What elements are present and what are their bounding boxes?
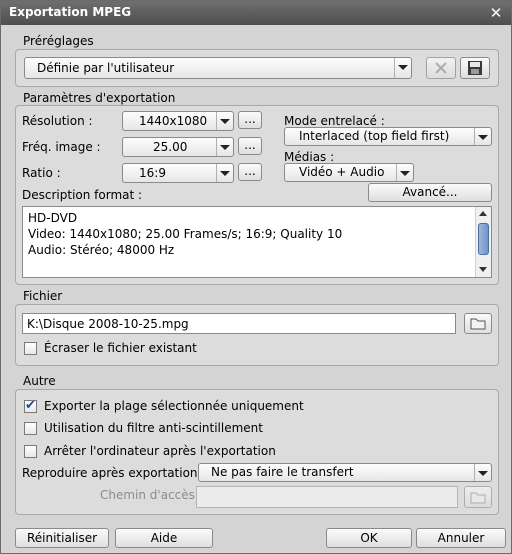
- preset-select-value: Définie par l'utilisateur: [37, 61, 175, 75]
- flicker-filter-checkbox[interactable]: [24, 422, 37, 435]
- file-section-title: Fichier: [23, 289, 63, 303]
- shutdown-checkbox[interactable]: [24, 445, 37, 458]
- export-params-section-title: Paramètres d'exportation: [23, 91, 176, 105]
- resolution-label: Résolution :: [22, 114, 93, 128]
- resolution-select[interactable]: 1440x1080: [122, 111, 234, 131]
- delete-preset-button[interactable]: [426, 57, 456, 79]
- interlace-value: Interlaced (top field first): [299, 129, 450, 143]
- window-title: Exportation MPEG: [9, 5, 132, 19]
- media-value: Vidéo + Audio: [299, 165, 385, 179]
- shutdown-label: Arrêter l'ordinateur après l'exportation: [44, 444, 276, 458]
- interlace-label: Mode entrelacé :: [284, 114, 385, 128]
- chevron-down-icon: [396, 164, 413, 181]
- file-path-input[interactable]: K:\Disque 2008-10-25.mpg: [22, 313, 456, 334]
- presets-section-title: Préréglages: [23, 34, 94, 48]
- chevron-down-icon: [474, 128, 491, 145]
- framerate-more-button[interactable]: ...: [238, 137, 262, 155]
- file-path-value: K:\Disque 2008-10-25.mpg: [27, 317, 189, 331]
- export-dialog: Exportation MPEG ✕ Préréglages Définie p…: [0, 0, 512, 554]
- reset-button[interactable]: Réinitialiser: [15, 528, 109, 548]
- chevron-down-icon: [216, 138, 233, 156]
- presets-group: Définie par l'utilisateur: [15, 49, 499, 87]
- interlace-select[interactable]: Interlaced (top field first): [284, 127, 492, 146]
- close-icon: ✕: [489, 4, 503, 22]
- scroll-up-arrow-icon[interactable]: [476, 207, 491, 221]
- play-after-label: Reproduire après exportation :: [22, 466, 206, 480]
- chevron-down-icon: [394, 58, 411, 78]
- export-params-group: Résolution : 1440x1080 ... Fréq. image :…: [15, 105, 499, 285]
- chevron-down-icon: [216, 112, 233, 130]
- media-select[interactable]: Vidéo + Audio: [284, 163, 414, 182]
- framerate-label: Fréq. image :: [22, 140, 101, 154]
- resolution-more-button[interactable]: ...: [238, 111, 262, 129]
- file-group: K:\Disque 2008-10-25.mpg Écraser le fich…: [15, 304, 499, 366]
- title-bar: Exportation MPEG ✕: [1, 1, 511, 25]
- export-selection-checkbox[interactable]: ✔: [24, 398, 37, 413]
- destination-path-label: Chemin d'accès :: [100, 488, 203, 502]
- browse-destination-button[interactable]: [464, 486, 492, 508]
- chevron-down-icon: [216, 164, 233, 182]
- overwrite-label: Écraser le fichier existant: [44, 341, 197, 355]
- resolution-value: 1440x1080: [139, 114, 208, 128]
- advanced-button[interactable]: Avancé...: [368, 183, 492, 202]
- ratio-more-button[interactable]: ...: [238, 163, 262, 181]
- other-section-title: Autre: [23, 374, 56, 388]
- description-line: Video: 1440x1080; 25.00 Frames/s; 16:9; …: [28, 227, 343, 241]
- save-preset-button[interactable]: [460, 57, 490, 79]
- description-scrollbar[interactable]: [475, 207, 491, 277]
- description-line: HD-DVD: [28, 211, 78, 225]
- ratio-label: Ratio :: [22, 166, 61, 180]
- play-after-select[interactable]: Ne pas faire le transfert: [198, 463, 492, 482]
- ratio-select[interactable]: 16:9: [122, 163, 234, 183]
- export-selection-label: Exporter la plage sélectionnée uniquemen…: [44, 399, 304, 413]
- scroll-thumb[interactable]: [478, 223, 489, 255]
- play-after-value: Ne pas faire le transfert: [211, 465, 354, 479]
- cancel-button[interactable]: Annuler: [416, 528, 506, 548]
- ok-button[interactable]: OK: [326, 528, 412, 548]
- format-description-box[interactable]: HD-DVD Video: 1440x1080; 25.00 Frames/s;…: [22, 206, 492, 278]
- chevron-down-icon: [474, 464, 491, 481]
- overwrite-checkbox[interactable]: [24, 342, 37, 355]
- description-line: Audio: Stéréo; 48000 Hz: [28, 243, 175, 257]
- scroll-down-arrow-icon[interactable]: [476, 263, 491, 277]
- preset-select[interactable]: Définie par l'utilisateur: [24, 57, 412, 79]
- flicker-filter-label: Utilisation du filtre anti-scintillement: [44, 421, 263, 435]
- save-icon: [468, 61, 482, 75]
- folder-icon: [470, 492, 486, 504]
- framerate-select[interactable]: 25.00: [122, 137, 234, 157]
- browse-file-button[interactable]: [464, 313, 492, 334]
- ratio-value: 16:9: [139, 166, 166, 180]
- folder-icon: [470, 318, 486, 330]
- help-button[interactable]: Aide: [115, 528, 213, 548]
- description-label: Description format :: [22, 188, 143, 202]
- destination-path-input[interactable]: [196, 486, 458, 508]
- close-button[interactable]: ✕: [487, 4, 505, 22]
- other-group: ✔ Exporter la plage sélectionnée uniquem…: [15, 389, 499, 515]
- framerate-value: 25.00: [153, 140, 188, 154]
- delete-icon: [435, 62, 447, 74]
- media-label: Médias :: [284, 150, 335, 164]
- checkmark-icon: ✔: [25, 398, 36, 413]
